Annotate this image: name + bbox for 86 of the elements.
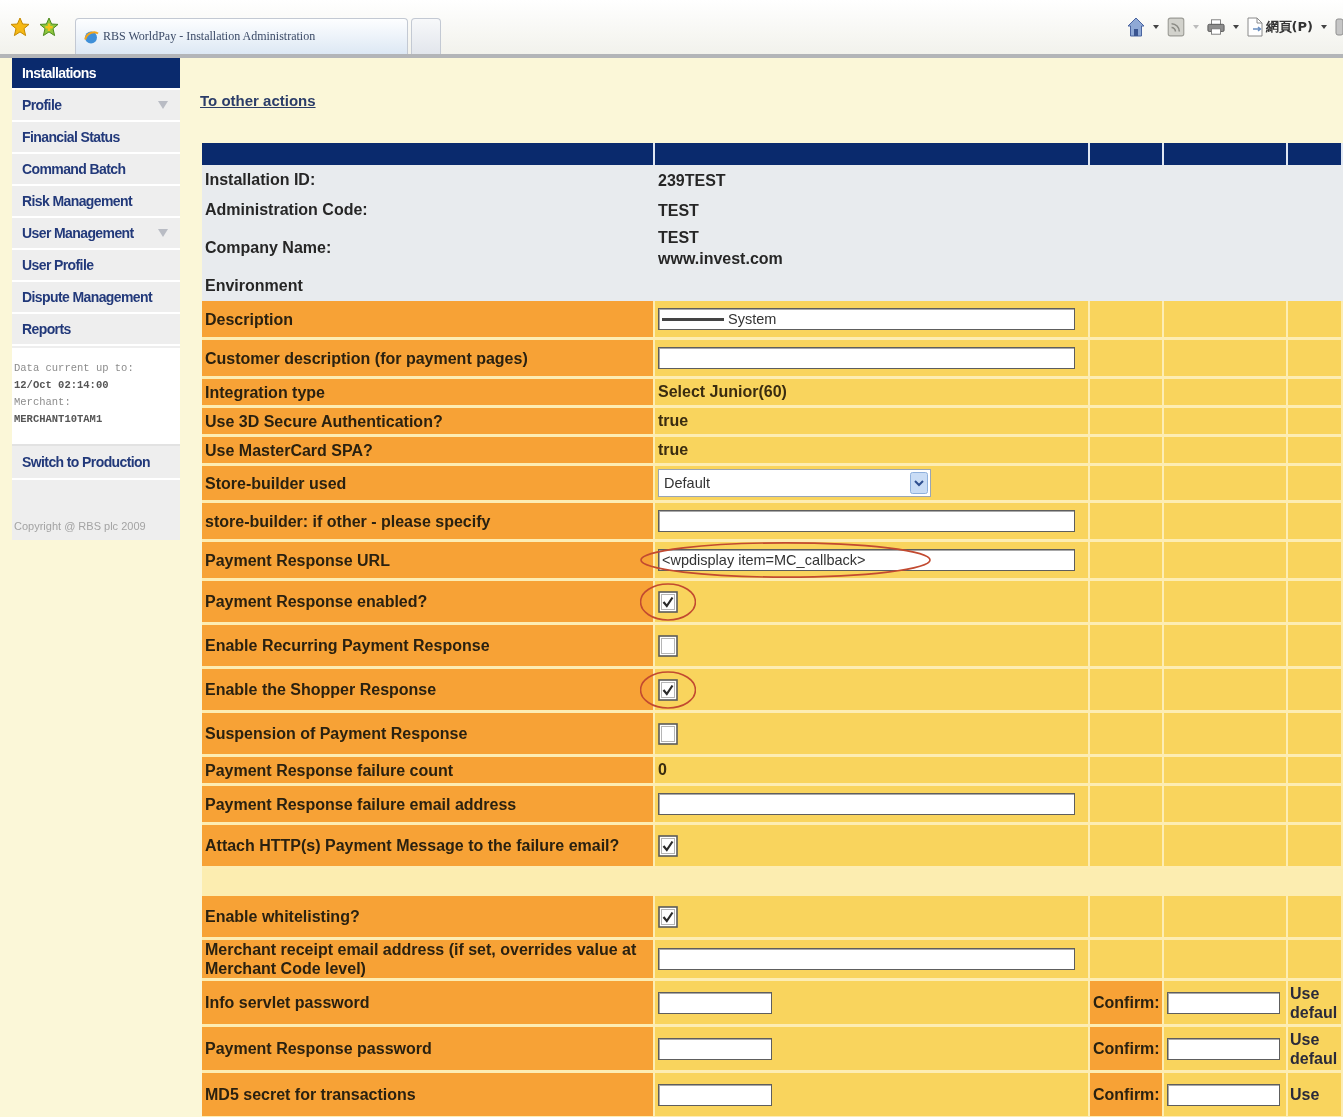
checkbox[interactable] (658, 722, 678, 745)
label-cell: Payment Response enabled? (202, 581, 655, 625)
caret-icon[interactable] (1232, 25, 1239, 29)
page-icon (1246, 17, 1263, 37)
label-cell: Suspension of Payment Response (202, 713, 655, 757)
setting-value: Select Junior(60) (658, 383, 787, 400)
checkbox[interactable] (658, 590, 678, 613)
other-actions-link[interactable]: To other actions (200, 92, 316, 109)
checkbox[interactable] (658, 678, 678, 701)
note-cell: Use (1288, 1073, 1343, 1117)
text-field[interactable] (658, 347, 1075, 369)
info-value: www.invest.com (658, 249, 784, 269)
caret-icon (1192, 25, 1199, 29)
feed-icon[interactable] (1166, 17, 1185, 37)
label-cell: Enable whitelisting? (202, 896, 655, 940)
password-field[interactable] (1167, 1083, 1280, 1106)
home-icon[interactable] (1126, 17, 1145, 37)
info-label-cell: Installation ID: (202, 165, 655, 195)
status-value: 12/Oct 02:14:00 (14, 378, 110, 393)
confirm-label-cell: Confirm: (1090, 1027, 1164, 1073)
info-label-cell: Company Name: (202, 225, 655, 271)
star-plus-icon[interactable] (39, 17, 59, 37)
text-field[interactable] (658, 948, 1075, 970)
confirm-label-cell: Confirm: (1090, 981, 1164, 1027)
label-cell: Payment Response failure count (202, 757, 655, 786)
label-cell: Payment Response password (202, 1027, 655, 1073)
print-icon[interactable] (1206, 17, 1225, 37)
note-cell: Use defaul (1288, 981, 1343, 1027)
copyright-text: Copyright @ RBS plc 2009 (13, 519, 147, 534)
caret-icon[interactable] (1321, 25, 1327, 29)
info-value: TEST (658, 228, 700, 248)
info-value: TEST (658, 200, 700, 221)
sidebar-item[interactable]: Financial Status (12, 122, 180, 154)
sidebar-item[interactable]: Profile (12, 90, 180, 122)
select-field[interactable]: Default (658, 469, 931, 497)
browser-icon (83, 28, 99, 45)
text-field[interactable] (658, 510, 1075, 532)
status-label: Data current up to: (14, 361, 135, 376)
sidebar-item[interactable]: Dispute Management (12, 282, 180, 314)
text-field[interactable]: System (658, 308, 1075, 330)
password-field[interactable] (1167, 991, 1280, 1014)
browser-tab[interactable]: RBS WorldPay - Installation Administration (75, 18, 408, 54)
caret-icon[interactable] (1152, 25, 1159, 29)
password-field[interactable] (1167, 1037, 1280, 1060)
label-cell: store-builder: if other - please specify (202, 503, 655, 542)
label-cell: Use MasterCard SPA? (202, 437, 655, 466)
label-cell: MD5 secret for transactions (202, 1073, 655, 1117)
switch-link[interactable]: Switch to Production (12, 444, 180, 480)
sidebar-item[interactable]: Installations (12, 58, 180, 90)
setting-value: true (658, 441, 689, 458)
checkbox[interactable] (658, 834, 678, 857)
info-value: 239TEST (658, 170, 727, 191)
sidebar-item[interactable]: User Management (12, 218, 180, 250)
label-cell: Payment Response failure email address (202, 786, 655, 825)
label-cell: Use 3D Secure Authentication? (202, 408, 655, 437)
text-field[interactable] (658, 793, 1075, 815)
sidebar-item[interactable]: User Profile (12, 250, 180, 282)
info-label-cell: Environment (202, 271, 655, 301)
label-cell: Info servlet password (202, 981, 655, 1027)
star-icon[interactable] (10, 17, 30, 37)
status-value: MERCHANT10TAM1 (14, 412, 104, 427)
sidebar-item[interactable]: Command Batch (12, 154, 180, 186)
confirm-label-cell: Confirm: (1090, 1073, 1164, 1117)
label-cell: Description (202, 301, 655, 340)
page-menu-button[interactable]: 網頁(P) (1246, 17, 1313, 37)
label-cell: Merchant receipt email address (if set, overrides value at Merchant Code level) (202, 940, 655, 981)
password-field[interactable] (658, 1037, 772, 1060)
note-cell: Use defaul (1288, 1027, 1343, 1073)
setting-value: true (658, 412, 689, 429)
password-field[interactable] (658, 1083, 772, 1106)
label-cell: Customer description (for payment pages) (202, 340, 655, 379)
label-cell: Store-builder used (202, 466, 655, 503)
setting-value: 0 (658, 761, 667, 778)
status-label: Merchant: (14, 395, 72, 410)
text-field[interactable]: <wpdisplay item=MC_callback> (658, 549, 1075, 571)
label-cell: Integration type (202, 379, 655, 408)
sidebar-item[interactable]: Reports (12, 314, 180, 346)
info-label-cell: Administration Code: (202, 195, 655, 225)
label-cell: Payment Response URL (202, 542, 655, 581)
label-cell: Attach HTTP(s) Payment Message to the failure email? (202, 825, 655, 869)
checkbox[interactable] (658, 634, 678, 657)
label-cell: Enable the Shopper Response (202, 669, 655, 713)
label-cell: Enable Recurring Payment Response (202, 625, 655, 669)
checkbox[interactable] (658, 905, 678, 928)
sidebar-item[interactable]: Risk Management (12, 186, 180, 218)
password-field[interactable] (658, 991, 772, 1014)
